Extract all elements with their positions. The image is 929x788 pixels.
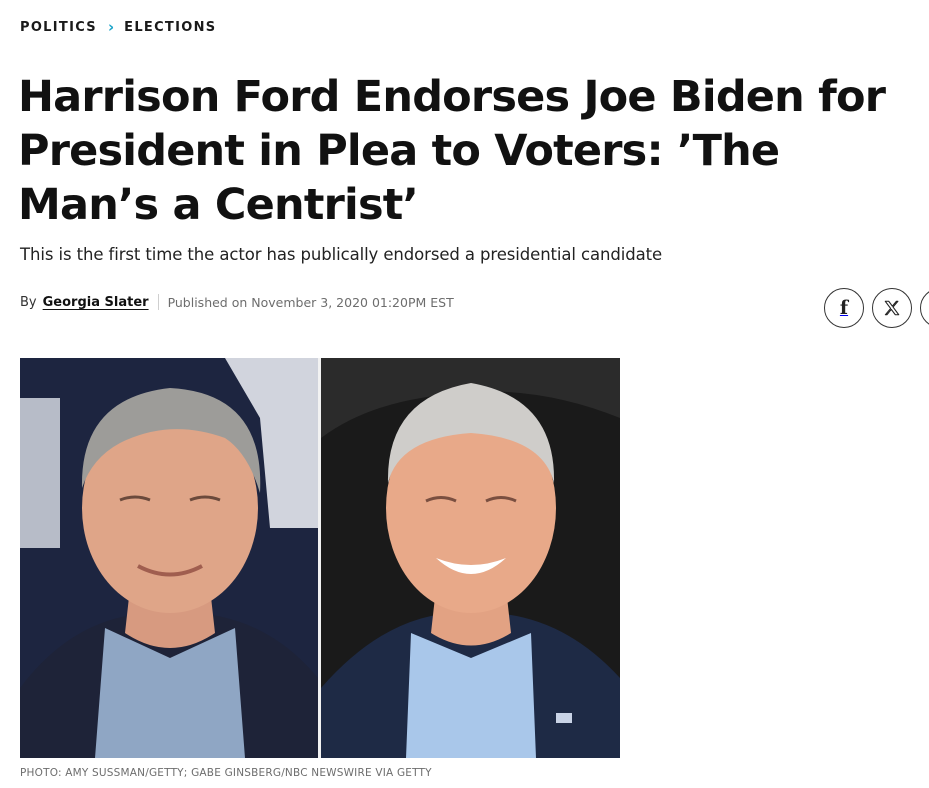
breadcrumb-politics-link[interactable]: POLITICS	[20, 20, 97, 35]
facebook-share-button[interactable]: f	[824, 288, 864, 328]
more-share-button[interactable]	[920, 288, 929, 328]
harrison-ford-photo	[20, 358, 318, 758]
byline-divider	[157, 294, 159, 310]
chevron-right-icon: ›	[107, 18, 115, 36]
article-hero-image	[20, 358, 620, 758]
article-subheadline: This is the first time the actor has pub…	[20, 245, 663, 264]
joe-biden-photo	[321, 358, 620, 758]
author-link[interactable]: Georgia Slater	[43, 295, 149, 310]
breadcrumb-elections-link[interactable]: ELECTIONS	[124, 20, 216, 35]
x-share-button[interactable]	[872, 288, 912, 328]
byline-prefix: By	[20, 294, 37, 310]
facebook-icon: f	[839, 296, 849, 319]
x-icon	[884, 300, 900, 316]
photo-credit: PHOTO: AMY SUSSMAN/GETTY; GABE GINSBERG/…	[20, 767, 432, 779]
published-date: Published on November 3, 2020 01:20PM ES…	[167, 294, 454, 310]
byline: By Georgia Slater Published on November …	[20, 292, 454, 312]
breadcrumb: POLITICS › ELECTIONS	[20, 18, 216, 36]
article-headline: Harrison Ford Endorses Joe Biden for Pre…	[18, 72, 886, 230]
